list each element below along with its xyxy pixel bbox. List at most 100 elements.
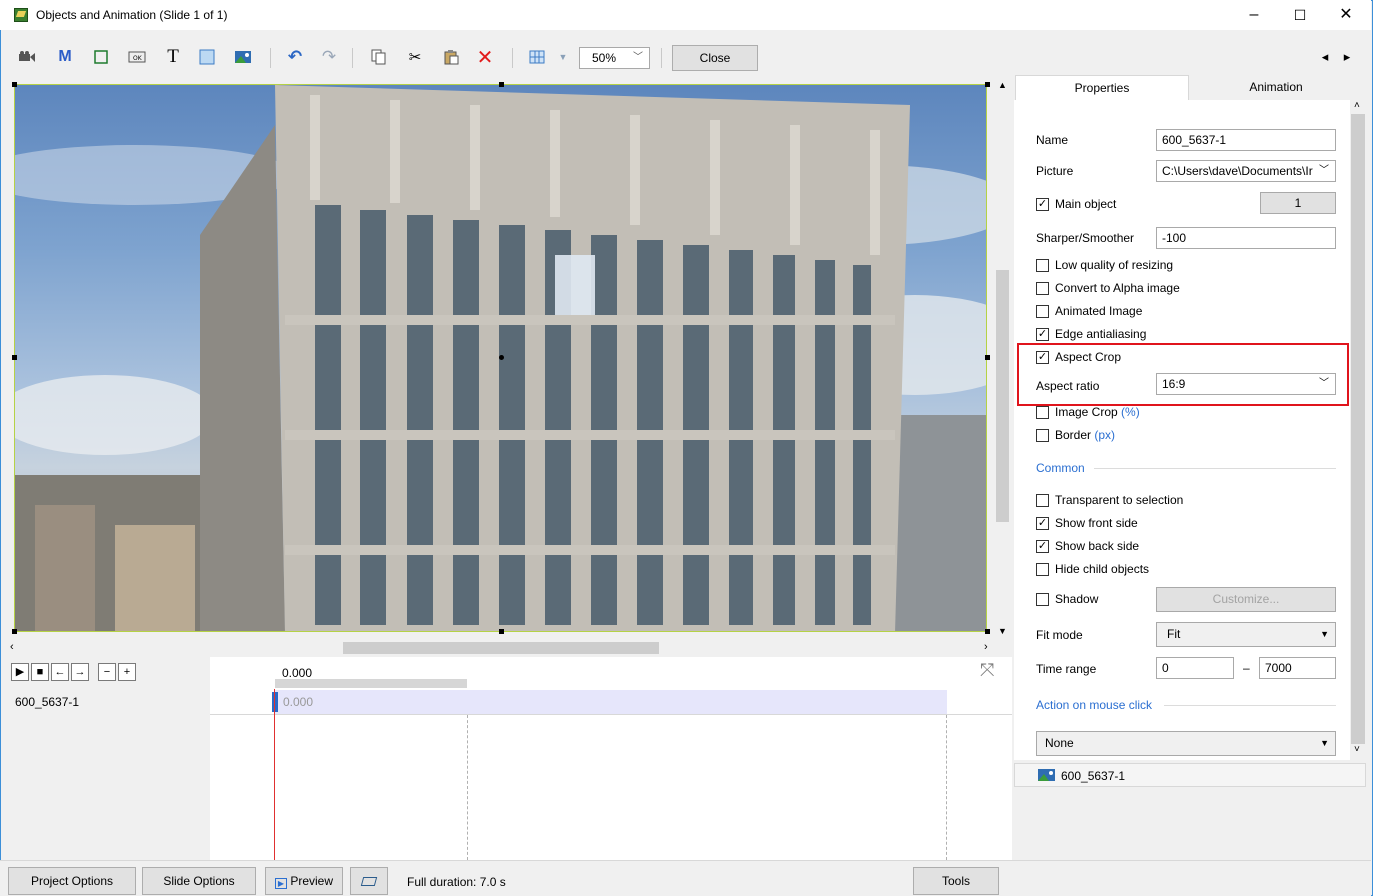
delete-icon[interactable]: ✕ [474, 46, 496, 69]
resize-handle[interactable] [499, 82, 504, 87]
close-window-button[interactable]: ✕ [1323, 0, 1369, 30]
object-list-item[interactable]: 600_5637-1 [1014, 763, 1366, 787]
close-button[interactable]: Close [672, 45, 758, 71]
center-handle[interactable] [499, 355, 504, 360]
next-keyframe-button[interactable]: → [71, 663, 89, 681]
tools-button[interactable]: Tools [913, 867, 999, 895]
grid-dropdown-icon[interactable]: ▼ [552, 46, 574, 68]
timeline-row[interactable]: 600_5637-1 0.000 [8, 689, 1012, 715]
scroll-up-icon[interactable]: ˄ [1354, 100, 1360, 111]
resize-handle[interactable] [12, 82, 17, 87]
stop-button[interactable]: ■ [31, 663, 49, 681]
timeline-object-list [8, 657, 210, 860]
timeline-marker-line [467, 715, 468, 860]
nav-next-icon[interactable]: ▸ [1336, 46, 1358, 68]
paste-icon[interactable] [440, 46, 462, 68]
prev-keyframe-button[interactable]: ← [51, 663, 69, 681]
play-button[interactable]: ▶ [11, 663, 29, 681]
image-crop-unit[interactable]: (%) [1121, 405, 1140, 419]
row-track[interactable] [274, 690, 947, 714]
resize-handle[interactable] [12, 355, 17, 360]
scroll-thumb[interactable] [996, 270, 1009, 522]
resize-handle[interactable] [985, 355, 990, 360]
fit-mode-select[interactable]: Fit ▼ [1156, 622, 1336, 647]
edge-antialiasing-checkbox[interactable]: ✓ [1036, 328, 1049, 341]
scroll-left-icon[interactable]: ‹ [10, 641, 14, 653]
playhead[interactable] [274, 689, 275, 860]
time-range-start-input[interactable]: 0 [1156, 657, 1234, 679]
canvas-vertical-scrollbar[interactable]: ▲ ▼ [995, 78, 1010, 642]
scroll-down-icon[interactable]: ▼ [998, 626, 1007, 636]
scroll-right-icon[interactable]: › [984, 641, 988, 653]
hide-child-checkbox[interactable] [1036, 563, 1049, 576]
animated-image-checkbox[interactable] [1036, 305, 1049, 318]
show-back-checkbox[interactable]: ✓ [1036, 540, 1049, 553]
project-options-button[interactable]: Project Options [8, 867, 136, 895]
frame-icon[interactable] [90, 46, 112, 68]
button-object-icon[interactable]: OK [126, 46, 148, 68]
scroll-up-icon[interactable]: ▲ [998, 80, 1007, 90]
resize-handle[interactable] [985, 82, 990, 87]
resize-handle[interactable] [499, 629, 504, 634]
zoom-select[interactable]: 50% ﹀ [579, 47, 650, 69]
convert-alpha-checkbox[interactable] [1036, 282, 1049, 295]
row-object-name[interactable]: 600_5637-1 [15, 695, 79, 709]
maximize-button[interactable]: ☐ [1277, 0, 1323, 30]
resize-handle[interactable] [985, 629, 990, 634]
undo-icon[interactable]: ↶ [284, 46, 306, 68]
tab-properties[interactable]: Properties [1015, 75, 1189, 100]
shadow-checkbox[interactable] [1036, 593, 1049, 606]
zoom-out-timeline-button[interactable]: − [98, 663, 116, 681]
zoom-in-timeline-button[interactable]: + [118, 663, 136, 681]
svg-text:OK: OK [133, 55, 143, 62]
customize-shadow-button[interactable]: Customize... [1156, 587, 1336, 612]
zoom-value: 50% [592, 51, 617, 65]
time-range-end-input[interactable]: 7000 [1259, 657, 1336, 679]
image-crop-checkbox[interactable] [1036, 406, 1049, 419]
scroll-thumb[interactable] [343, 642, 659, 654]
redo-icon[interactable]: ↷ [318, 46, 340, 68]
action-select[interactable]: None ▼ [1036, 731, 1336, 756]
scroll-down-icon[interactable]: ˅ [1354, 744, 1360, 755]
screen-button[interactable] [350, 867, 388, 895]
canvas-horizontal-scrollbar[interactable]: ‹ › [8, 640, 995, 656]
preview-button[interactable]: ▶ Preview [265, 867, 343, 895]
toolbar-separator [512, 48, 513, 68]
name-input[interactable]: 600_5637-1 [1156, 129, 1336, 151]
keyframe-marker[interactable] [272, 692, 278, 712]
time-range-dash: – [1243, 661, 1250, 675]
picture-label: Picture [1036, 164, 1074, 178]
main-object-number[interactable]: 1 [1260, 192, 1336, 214]
name-label: Name [1036, 133, 1069, 147]
chevron-down-icon: ﹀ [633, 52, 643, 63]
main-object-checkbox[interactable]: ✓ [1036, 198, 1049, 211]
transparent-label: Transparent to selection [1055, 493, 1184, 507]
grid-icon[interactable] [526, 46, 548, 68]
picture-select[interactable]: C:\Users\dave\Documents\Ir ﹀ [1156, 160, 1336, 182]
move-icon[interactable]: ⤧ [980, 660, 994, 681]
slide-options-button[interactable]: Slide Options [142, 867, 256, 895]
camera-icon[interactable] [16, 46, 38, 68]
sharper-smoother-input[interactable]: -100 [1156, 227, 1336, 249]
resize-handle[interactable] [12, 629, 17, 634]
low-quality-checkbox[interactable] [1036, 259, 1049, 272]
border-unit[interactable]: (px) [1094, 428, 1115, 442]
tab-animation[interactable]: Animation [1189, 75, 1363, 100]
hide-child-label: Hide child objects [1055, 562, 1150, 576]
border-label: Border (px) [1055, 428, 1115, 442]
mask-icon[interactable]: M [54, 46, 76, 68]
text-icon[interactable]: T [162, 46, 184, 68]
copy-icon[interactable] [368, 46, 390, 68]
preview-label: Preview [290, 874, 334, 888]
rectangle-icon[interactable] [196, 46, 218, 68]
image-icon[interactable] [232, 46, 254, 68]
show-front-checkbox[interactable]: ✓ [1036, 517, 1049, 530]
border-checkbox[interactable] [1036, 429, 1049, 442]
minimize-button[interactable]: – [1231, 0, 1277, 30]
image-crop-text: Image Crop [1055, 405, 1118, 419]
properties-scrollbar[interactable]: ˄ ˅ [1350, 100, 1367, 760]
scroll-thumb[interactable] [1351, 114, 1365, 744]
cut-icon[interactable]: ✂ [404, 46, 426, 68]
transparent-checkbox[interactable] [1036, 494, 1049, 507]
nav-prev-icon[interactable]: ◂ [1314, 46, 1336, 68]
